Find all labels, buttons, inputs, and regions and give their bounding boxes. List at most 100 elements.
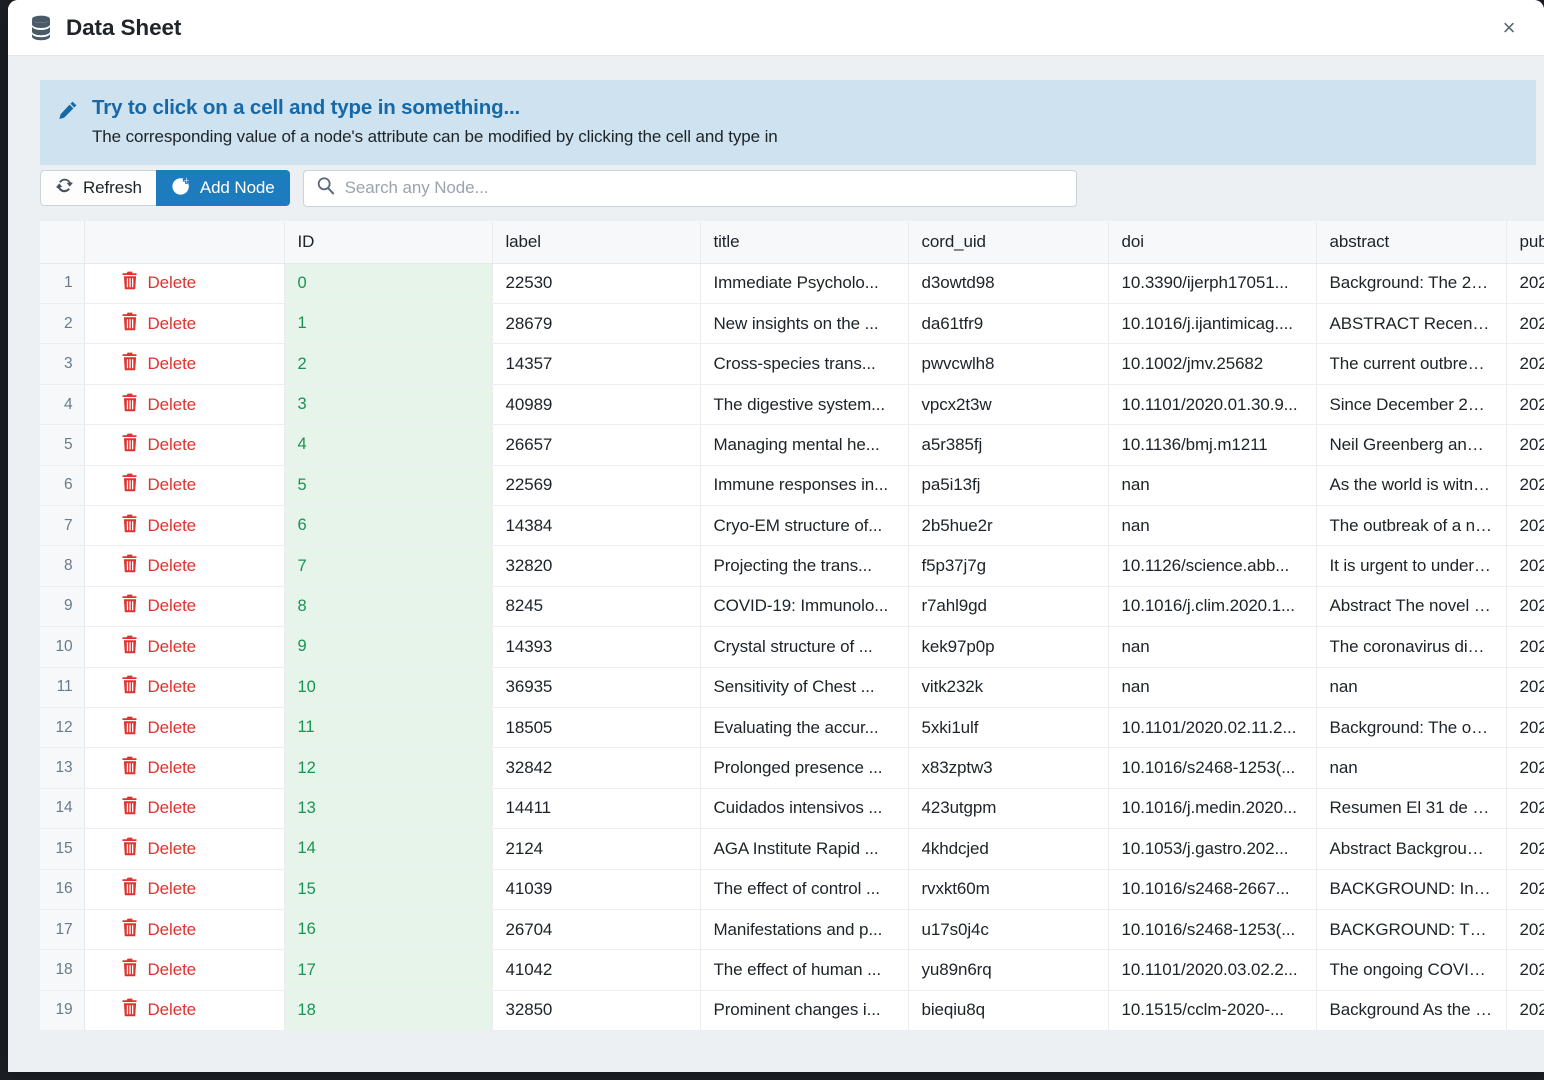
close-icon[interactable]: × <box>1494 13 1524 43</box>
cell-doi[interactable]: 10.1126/science.abb... <box>1108 545 1317 587</box>
cell-abstract[interactable]: Resumen El 31 de dic... <box>1316 788 1507 830</box>
cell-pub[interactable]: 202 <box>1506 949 1544 991</box>
cell-doi[interactable]: 10.1016/j.ijantimicag.... <box>1108 303 1317 345</box>
cell-pub[interactable]: 202 <box>1506 343 1544 385</box>
cell-pub[interactable]: 202 <box>1506 667 1544 708</box>
cell-doi[interactable]: 10.1002/jmv.25682 <box>1108 343 1317 385</box>
cell-id[interactable]: 10 <box>284 667 493 708</box>
column-header-cord-uid[interactable]: cord_uid <box>908 221 1109 264</box>
cell-label[interactable]: 36935 <box>492 667 701 708</box>
cell-cord-uid[interactable]: pwvcwlh8 <box>908 343 1109 385</box>
cell-cord-uid[interactable]: x83zptw3 <box>908 747 1109 789</box>
cell-cord-uid[interactable]: da61tfr9 <box>908 303 1109 345</box>
cell-pub[interactable]: 202 <box>1506 465 1544 507</box>
cell-id[interactable]: 2 <box>284 343 493 385</box>
search-box[interactable] <box>302 169 1077 207</box>
cell-label[interactable]: 28679 <box>492 303 701 345</box>
cell-doi[interactable]: 10.1101/2020.03.02.2... <box>1108 949 1317 991</box>
cell-cord-uid[interactable]: f5p37j7g <box>908 545 1109 587</box>
cell-cord-uid[interactable]: 2b5hue2r <box>908 505 1109 547</box>
column-header-label[interactable]: label <box>492 221 701 264</box>
delete-row-button[interactable]: Delete <box>121 594 196 618</box>
cell-label[interactable]: 41039 <box>492 869 701 910</box>
cell-abstract[interactable]: Neil Greenberg and c... <box>1316 424 1507 466</box>
cell-abstract[interactable]: BACKGROUND: The ... <box>1316 909 1507 951</box>
cell-abstract[interactable]: The current outbreak... <box>1316 343 1507 385</box>
cell-title[interactable]: Immune responses in... <box>700 465 909 507</box>
cell-id[interactable]: 18 <box>284 990 493 1032</box>
delete-row-button[interactable]: Delete <box>121 352 196 376</box>
cell-abstract[interactable]: As the world is witne... <box>1316 465 1507 507</box>
cell-pub[interactable]: 202 <box>1506 788 1544 830</box>
cell-pub[interactable]: 202 <box>1506 707 1544 749</box>
cell-label[interactable]: 22569 <box>492 465 701 507</box>
cell-pub[interactable]: 202 <box>1506 424 1544 466</box>
cell-pub[interactable]: 202 <box>1506 303 1544 345</box>
cell-abstract[interactable]: Background: The out... <box>1316 707 1507 749</box>
cell-cord-uid[interactable]: r7ahl9gd <box>908 586 1109 628</box>
cell-abstract[interactable]: The coronavirus dise... <box>1316 626 1507 668</box>
cell-abstract[interactable]: Abstract The novel c... <box>1316 586 1507 628</box>
cell-doi[interactable]: nan <box>1108 505 1317 547</box>
add-node-button[interactable]: Add Node <box>155 170 290 207</box>
cell-title[interactable]: Evaluating the accur... <box>700 707 909 749</box>
cell-id[interactable]: 16 <box>284 909 493 951</box>
cell-title[interactable]: The effect of control ... <box>700 869 909 910</box>
cell-id[interactable]: 4 <box>284 424 493 466</box>
cell-label[interactable]: 32850 <box>492 990 701 1032</box>
cell-cord-uid[interactable]: bieqiu8q <box>908 990 1109 1032</box>
delete-row-button[interactable]: Delete <box>121 635 196 659</box>
delete-row-button[interactable]: Delete <box>121 756 196 780</box>
data-table-container[interactable]: ID label title cord_uid doi abstract pub… <box>40 221 1544 1032</box>
cell-cord-uid[interactable]: yu89n6rq <box>908 949 1109 991</box>
cell-id[interactable]: 11 <box>284 707 493 749</box>
cell-label[interactable]: 14411 <box>492 788 701 830</box>
cell-pub[interactable]: 202 <box>1506 545 1544 587</box>
cell-doi[interactable]: 10.1101/2020.01.30.9... <box>1108 384 1317 426</box>
cell-abstract[interactable]: nan <box>1316 747 1507 789</box>
search-input[interactable] <box>344 178 1066 199</box>
cell-pub[interactable]: 202 <box>1506 828 1544 870</box>
cell-abstract[interactable]: The ongoing COVID-... <box>1316 949 1507 991</box>
cell-pub[interactable]: 202 <box>1506 505 1544 547</box>
delete-row-button[interactable]: Delete <box>121 473 196 497</box>
cell-title[interactable]: Sensitivity of Chest ... <box>700 667 909 708</box>
cell-title[interactable]: Crystal structure of ... <box>700 626 909 668</box>
cell-title[interactable]: Managing mental he... <box>700 424 909 466</box>
cell-abstract[interactable]: Abstract Background... <box>1316 828 1507 870</box>
cell-label[interactable]: 14357 <box>492 343 701 385</box>
cell-cord-uid[interactable]: 423utgpm <box>908 788 1109 830</box>
cell-label[interactable]: 8245 <box>492 586 701 628</box>
cell-pub[interactable]: 202 <box>1506 586 1544 628</box>
delete-row-button[interactable]: Delete <box>121 998 196 1022</box>
cell-label[interactable]: 26704 <box>492 909 701 951</box>
cell-title[interactable]: Projecting the trans... <box>700 545 909 587</box>
delete-row-button[interactable]: Delete <box>121 918 196 942</box>
cell-doi[interactable]: 10.1016/s2468-1253(... <box>1108 747 1317 789</box>
cell-id[interactable]: 6 <box>284 505 493 547</box>
cell-abstract[interactable]: Background As the n... <box>1316 990 1507 1032</box>
cell-label[interactable]: 41042 <box>492 949 701 991</box>
delete-row-button[interactable]: Delete <box>121 554 196 578</box>
cell-title[interactable]: COVID-19: Immunolo... <box>700 586 909 628</box>
delete-row-button[interactable]: Delete <box>121 312 196 336</box>
delete-row-button[interactable]: Delete <box>121 393 196 417</box>
cell-id[interactable]: 7 <box>284 545 493 587</box>
cell-id[interactable]: 14 <box>284 828 493 870</box>
cell-doi[interactable]: 10.1016/j.medin.2020... <box>1108 788 1317 830</box>
cell-title[interactable]: Cross-species trans... <box>700 343 909 385</box>
cell-pub[interactable]: 202 <box>1506 263 1544 305</box>
cell-doi[interactable]: 10.1101/2020.02.11.2... <box>1108 707 1317 749</box>
cell-abstract[interactable]: BACKGROUND: In De... <box>1316 869 1507 910</box>
cell-title[interactable]: Cuidados intensivos ... <box>700 788 909 830</box>
cell-doi[interactable]: 10.1016/s2468-2667... <box>1108 869 1317 910</box>
cell-pub[interactable]: 202 <box>1506 626 1544 668</box>
cell-cord-uid[interactable]: 5xki1ulf <box>908 707 1109 749</box>
cell-cord-uid[interactable]: d3owtd98 <box>908 263 1109 305</box>
cell-title[interactable]: New insights on the ... <box>700 303 909 345</box>
cell-doi[interactable]: nan <box>1108 626 1317 668</box>
cell-label[interactable]: 32842 <box>492 747 701 789</box>
cell-title[interactable]: Manifestations and p... <box>700 909 909 951</box>
cell-label[interactable]: 14393 <box>492 626 701 668</box>
cell-label[interactable]: 22530 <box>492 263 701 305</box>
